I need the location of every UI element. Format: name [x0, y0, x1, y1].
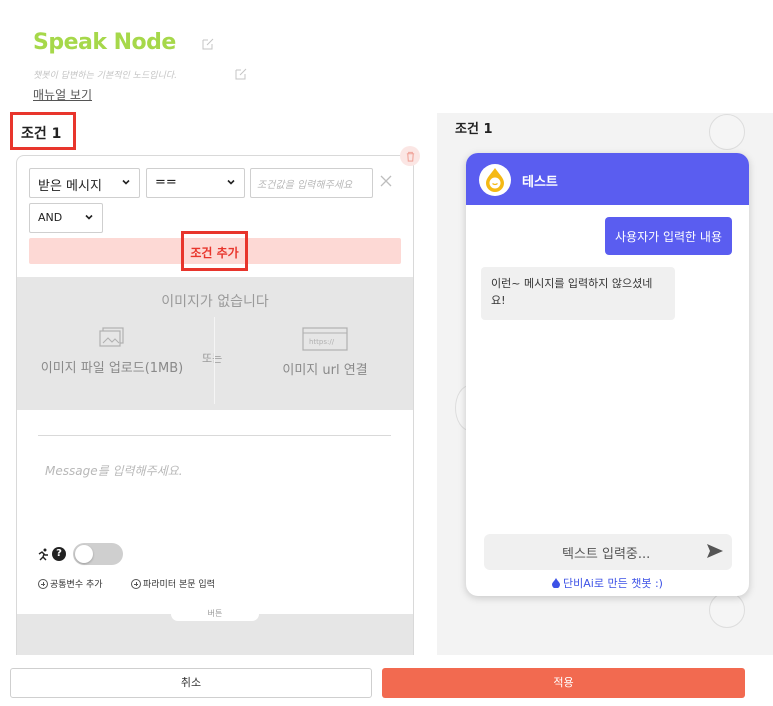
- chat-input[interactable]: 텍스트 입력중...: [484, 534, 732, 570]
- plus-circle-icon: [38, 578, 48, 589]
- field-select[interactable]: 받은 메시지: [29, 168, 140, 198]
- chat-header: 테스트: [466, 153, 749, 205]
- image-area: 이미지가 없습니다 이미지 파일 업로드(1MB) 또는 https:// 이미…: [17, 277, 413, 410]
- or-text: 또는: [202, 352, 223, 365]
- chatbot-avatar-icon: [479, 164, 511, 196]
- add-common-variable-label: 공통변수 추가: [50, 580, 103, 590]
- preview-condition-label: 조건 1: [455, 122, 493, 137]
- url-icon: https://: [302, 327, 348, 351]
- node-title: Speak Node: [33, 30, 176, 55]
- url-label: 이미지 url 연결: [282, 363, 368, 378]
- node-description: 챗봇이 답변하는 기본적인 노드입니다.: [33, 71, 177, 81]
- help-icon[interactable]: ?: [52, 547, 66, 561]
- credit-link[interactable]: 단비Ai로 만든 챗봇 :): [466, 575, 749, 591]
- cancel-button[interactable]: 취소: [10, 668, 372, 698]
- toggle-knob: [75, 545, 93, 563]
- apply-button[interactable]: 적용: [382, 668, 745, 698]
- field-select-value: 받은 메시지: [38, 179, 102, 194]
- logic-select[interactable]: AND: [29, 203, 103, 233]
- manual-link[interactable]: 매뉴얼 보기: [33, 86, 92, 103]
- condition-value-input[interactable]: 조건값을 입력해주세요: [250, 168, 373, 198]
- add-common-variable[interactable]: 공통변수 추가: [38, 577, 103, 590]
- user-message-bubble: 사용자가 입력한 내용: [605, 217, 732, 255]
- operator-select-value: ==: [155, 175, 177, 190]
- chat-preview: 테스트 사용자가 입력한 내용 이런~ 메시지를 입력하지 않으셨네요! 텍스트…: [466, 153, 749, 596]
- trash-button[interactable]: [400, 146, 420, 166]
- plus-circle-icon: [131, 578, 141, 589]
- chevron-down-icon: [226, 177, 236, 187]
- send-icon[interactable]: [706, 543, 724, 559]
- toggle-switch[interactable]: [73, 543, 123, 565]
- upload-label: 이미지 파일 업로드(1MB): [40, 361, 184, 376]
- button-tab[interactable]: 버튼: [171, 607, 259, 621]
- background-node: [709, 592, 745, 628]
- chevron-down-icon: [84, 212, 94, 222]
- chevron-down-icon: [121, 177, 131, 187]
- image-upload-icon: [99, 327, 124, 347]
- background-node: [709, 114, 745, 150]
- param-body-input[interactable]: 파라미터 본문 입력: [131, 577, 215, 590]
- no-image-text: 이미지가 없습니다: [161, 294, 269, 310]
- edit-title-icon[interactable]: [202, 38, 214, 50]
- edit-description-icon[interactable]: [235, 68, 247, 80]
- message-input[interactable]: Message를 입력해주세요.: [45, 462, 183, 479]
- image-divider: [214, 317, 215, 404]
- param-body-input-label: 파라미터 본문 입력: [143, 580, 215, 590]
- image-upload[interactable]: 이미지 파일 업로드(1MB): [17, 327, 207, 376]
- trash-icon: [406, 151, 414, 162]
- close-icon[interactable]: [378, 173, 394, 189]
- credit-text: 단비Ai로 만든 챗봇 :): [563, 577, 663, 590]
- logic-select-value: AND: [38, 211, 63, 224]
- condition-label: 조건 1: [10, 112, 76, 150]
- image-url[interactable]: https:// 이미지 url 연결: [237, 327, 413, 378]
- runner-icon: [36, 547, 50, 561]
- chat-title: 테스트: [522, 175, 558, 190]
- url-icon-text: https://: [309, 338, 335, 346]
- bot-message-bubble: 이런~ 메시지를 입력하지 않으셨네요!: [481, 267, 675, 320]
- operator-select[interactable]: ==: [146, 168, 245, 198]
- drop-icon: [552, 578, 561, 588]
- message-divider: [38, 435, 391, 436]
- add-condition-button[interactable]: 조건 추가: [181, 231, 248, 271]
